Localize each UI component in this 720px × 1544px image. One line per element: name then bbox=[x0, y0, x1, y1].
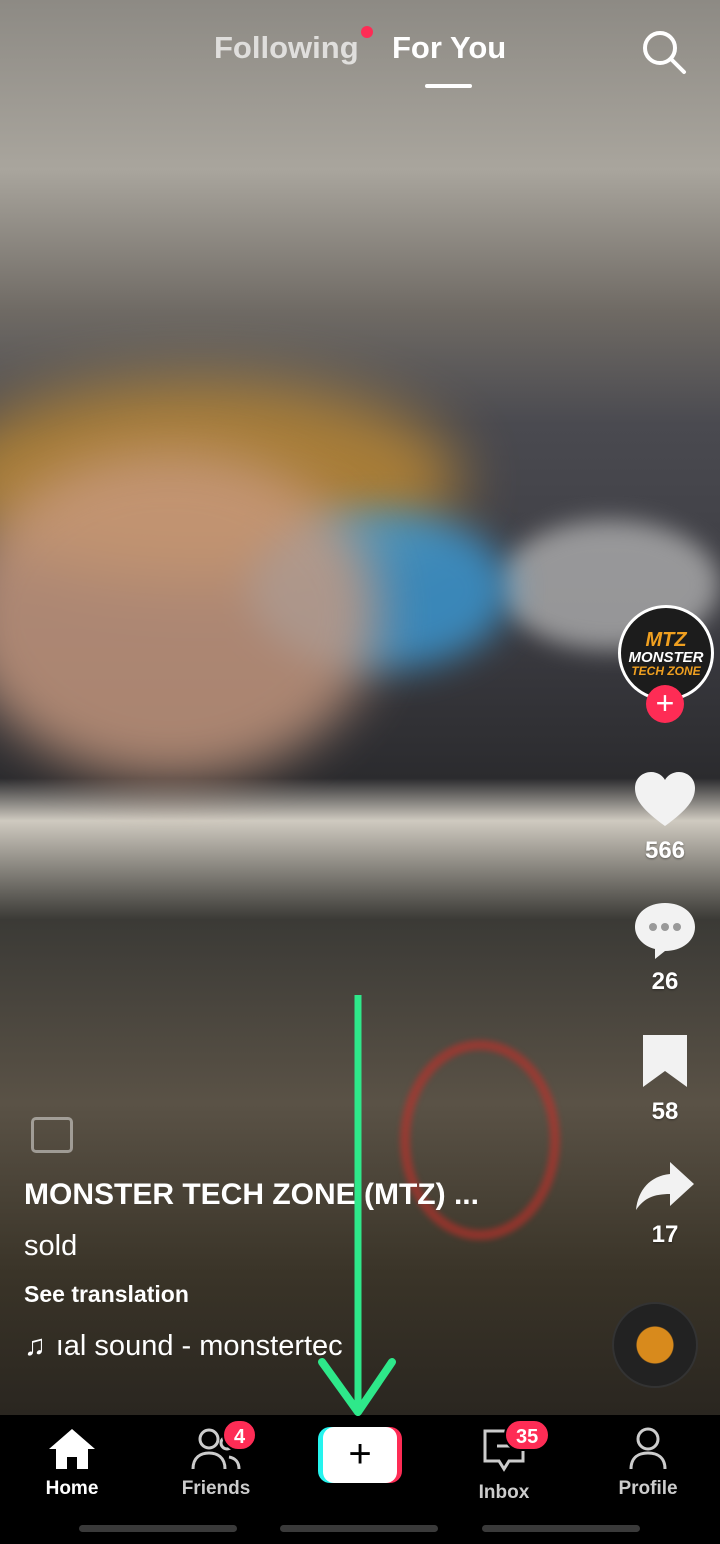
bookmark-icon bbox=[643, 1035, 687, 1087]
create-button[interactable]: + bbox=[318, 1427, 402, 1483]
home-icon bbox=[49, 1429, 95, 1469]
tab-for-you[interactable]: For You bbox=[392, 30, 506, 66]
friends-badge: 4 bbox=[222, 1419, 258, 1451]
gesture-bar bbox=[482, 1525, 640, 1532]
nav-inbox[interactable]: Inbox 35 bbox=[444, 1419, 564, 1504]
follow-button[interactable]: + bbox=[646, 685, 684, 723]
inbox-badge: 35 bbox=[504, 1419, 551, 1451]
like-button[interactable]: 566 bbox=[610, 770, 720, 865]
music-note-icon: ♫ bbox=[24, 1330, 46, 1362]
feed-tabs: Following For You bbox=[0, 26, 720, 96]
tab-following[interactable]: Following bbox=[214, 30, 359, 66]
like-count: 566 bbox=[644, 837, 686, 864]
share-icon bbox=[636, 1162, 694, 1210]
see-translation-link[interactable]: See translation bbox=[24, 1281, 584, 1308]
avatar-logo-text: MONSTER bbox=[628, 648, 704, 666]
author-name[interactable]: MONSTER TECH ZONE (MTZ) ... bbox=[24, 1178, 584, 1212]
search-icon[interactable] bbox=[640, 28, 688, 81]
nav-label: Inbox bbox=[478, 1482, 530, 1503]
bottom-nav: Home Friends 4 + Inbox 35 Profile bbox=[0, 1415, 720, 1544]
plus-icon: + bbox=[323, 1427, 397, 1483]
avatar-logo-text: MTZ bbox=[645, 628, 687, 651]
nav-home[interactable]: Home bbox=[12, 1427, 132, 1500]
nav-profile[interactable]: Profile bbox=[588, 1427, 708, 1500]
profile-icon bbox=[629, 1427, 667, 1470]
video-caption: MONSTER TECH ZONE (MTZ) ... sold See tra… bbox=[24, 1178, 584, 1363]
gesture-bar bbox=[280, 1525, 438, 1532]
sound-disc[interactable] bbox=[612, 1302, 698, 1388]
nav-label: Home bbox=[45, 1478, 99, 1499]
comment-button[interactable]: 26 bbox=[610, 901, 720, 996]
captions-icon[interactable] bbox=[31, 1117, 73, 1153]
share-count: 17 bbox=[651, 1221, 679, 1248]
video-description: sold bbox=[24, 1230, 78, 1262]
comment-count: 26 bbox=[651, 968, 679, 995]
save-button[interactable]: 58 bbox=[610, 1033, 720, 1126]
new-content-dot bbox=[361, 26, 373, 38]
nav-friends[interactable]: Friends 4 bbox=[156, 1419, 276, 1500]
active-tab-indicator bbox=[425, 84, 472, 88]
sound-title: ıal sound - monstertec bbox=[55, 1330, 343, 1362]
comment-icon bbox=[635, 903, 695, 959]
gesture-bar bbox=[79, 1525, 237, 1532]
sound-link[interactable]: ♫ ıal sound - monstertec bbox=[24, 1330, 584, 1363]
nav-label: Friends bbox=[181, 1478, 251, 1499]
nav-label: Profile bbox=[618, 1478, 678, 1499]
share-button[interactable]: 17 bbox=[610, 1160, 720, 1249]
save-count: 58 bbox=[651, 1098, 679, 1125]
avatar-logo-text: TECH ZONE bbox=[631, 663, 701, 678]
heart-icon bbox=[635, 772, 695, 826]
